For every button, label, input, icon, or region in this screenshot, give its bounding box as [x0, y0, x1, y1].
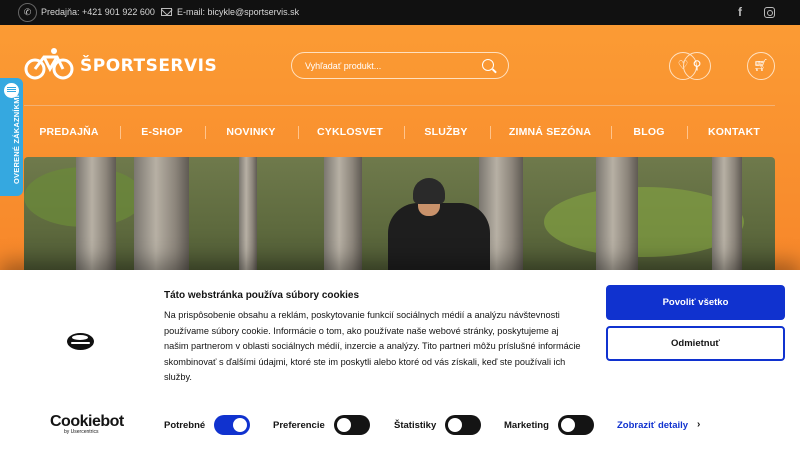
tree-trunk	[239, 157, 257, 285]
nav-separator	[490, 126, 491, 139]
toggle-label-preferences: Preferencie	[273, 420, 325, 431]
tree-trunk	[324, 157, 362, 285]
instagram-icon[interactable]	[764, 7, 775, 18]
cookie-consent-banner: Táto webstránka používa súbory cookies N…	[0, 270, 800, 450]
nav-zimna-sezona[interactable]: ZIMNÁ SEZÓNA	[509, 126, 591, 138]
toggle-preferences[interactable]	[334, 415, 370, 435]
tree-trunk	[134, 157, 189, 285]
nav-kontakt[interactable]: KONTAKT	[708, 126, 760, 138]
toggle-label-necessary: Potrebné	[164, 420, 206, 431]
top-bar: ✆ Predajňa: +421 901 922 600 E-mail: bic…	[0, 0, 800, 25]
verified-reviews-label: OVERENÉ ZÁKAZNÍKMI	[12, 94, 21, 184]
bicycle-logo-icon[interactable]	[24, 47, 74, 81]
facebook-icon[interactable]: f	[738, 5, 742, 19]
header-divider	[24, 105, 775, 106]
allow-all-button[interactable]: Povoliť všetko	[606, 285, 785, 320]
search-input[interactable]: Vyhľadať produkt...	[291, 52, 509, 79]
cookie-description: Na prispôsobenie obsahu a reklám, poskyt…	[164, 310, 581, 382]
phone-icon: ✆	[18, 3, 37, 22]
user-icon: ⚲	[692, 58, 702, 72]
show-details-link[interactable]: Zobraziť detaily	[617, 420, 688, 431]
deny-button[interactable]: Odmietnuť	[606, 326, 785, 361]
toggle-label-statistics: Štatistiky	[394, 420, 437, 431]
tree-trunk	[596, 157, 638, 285]
nav-separator	[611, 126, 612, 139]
toggle-marketing[interactable]	[558, 415, 594, 435]
nav-separator	[205, 126, 206, 139]
nav-eshop[interactable]: E-SHOP	[141, 126, 182, 138]
tree-trunk	[712, 157, 742, 285]
store-phone[interactable]: Predajňa: +421 901 922 600	[41, 7, 155, 17]
verified-reviews-tab[interactable]: OVERENÉ ZÁKAZNÍKMI	[0, 78, 23, 196]
rider-helmet	[413, 178, 445, 204]
mail-icon	[161, 8, 172, 16]
nav-separator	[298, 126, 299, 139]
nav-separator	[687, 126, 688, 139]
chevron-right-icon[interactable]: ›	[697, 419, 700, 430]
search-icon[interactable]	[482, 59, 494, 71]
nav-separator	[120, 126, 121, 139]
toggle-label-marketing: Marketing	[504, 420, 549, 431]
toggle-statistics[interactable]	[445, 415, 481, 435]
cookie-title: Táto webstránka používa súbory cookies	[164, 290, 360, 301]
nav-sluzby[interactable]: SLUŽBY	[424, 126, 467, 138]
account-button[interactable]: ⚲	[683, 52, 711, 80]
site-logo[interactable]: ŠPORTSERVIS	[80, 56, 217, 76]
toggle-necessary[interactable]	[214, 415, 250, 435]
site-cookie-logo-icon	[67, 333, 94, 350]
cart-icon: 🛒︎	[753, 58, 769, 72]
nav-cyklosvet[interactable]: CYKLOSVET	[317, 126, 383, 138]
cookiebot-sub: by Usercentrics	[64, 429, 99, 435]
nav-separator	[404, 126, 405, 139]
store-email[interactable]: E-mail: bicykle@sportservis.sk	[177, 7, 299, 17]
tree-trunk	[76, 157, 116, 285]
search-placeholder: Vyhľadať produkt...	[305, 61, 382, 71]
nav-blog[interactable]: BLOG	[633, 126, 664, 138]
nav-novinky[interactable]: NOVINKY	[226, 126, 275, 138]
main-navigation: PREDAJŇA E-SHOP NOVINKY CYKLOSVET SLUŽBY…	[0, 126, 800, 142]
nav-predajna[interactable]: PREDAJŇA	[39, 126, 98, 138]
cart-button[interactable]: 🛒︎	[747, 52, 775, 80]
